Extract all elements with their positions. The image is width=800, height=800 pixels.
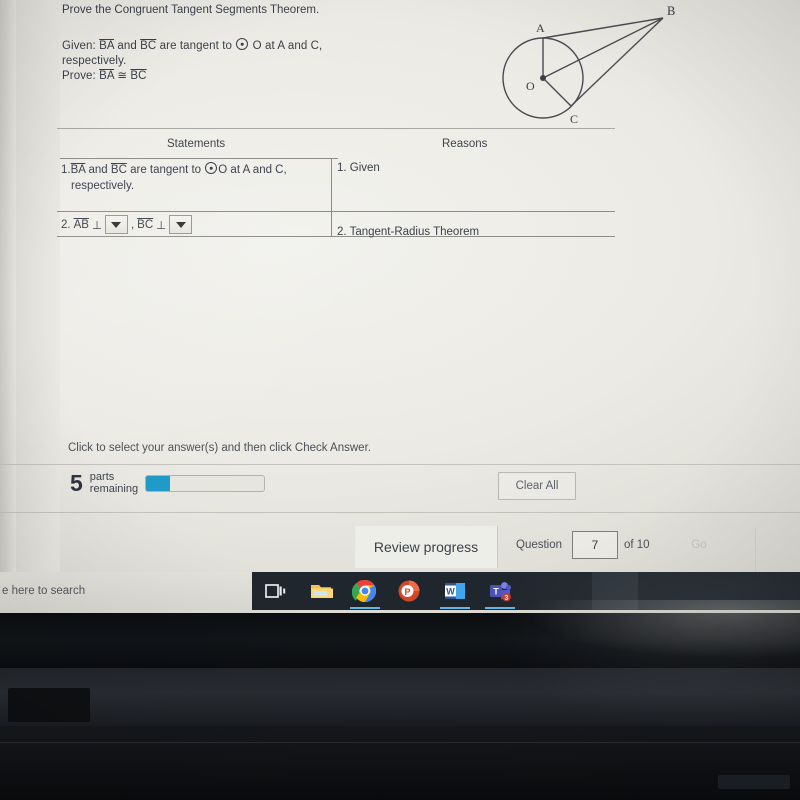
page-title: Prove the Congruent Tangent Segments The… xyxy=(62,4,320,16)
svg-text:T: T xyxy=(493,587,499,597)
proof-table: Statements Reasons 1.BA and BC are tange… xyxy=(57,138,615,238)
center-point-o xyxy=(540,75,546,81)
word-active-indicator xyxy=(440,607,470,609)
given-label: Given: xyxy=(62,40,96,52)
prove-segment-bc: BC xyxy=(130,70,147,82)
given-respectively: respectively. xyxy=(62,55,127,67)
laptop-deck xyxy=(0,726,800,800)
content-divider xyxy=(57,128,615,129)
geometry-diagram: A B C O xyxy=(430,0,690,133)
left-edge-strip xyxy=(0,0,16,572)
table-rule-mid xyxy=(57,211,615,212)
table-header-row: Statements Reasons xyxy=(57,138,615,158)
table-column-divider-2 xyxy=(331,212,332,236)
answer-dropdown-1[interactable] xyxy=(104,215,128,234)
given-and: and xyxy=(117,40,137,52)
given-segment-bc: BC xyxy=(140,40,157,52)
clear-all-button[interactable]: Clear All xyxy=(498,472,576,500)
search-placeholder-text: e here to search xyxy=(2,585,86,597)
prove-label: Prove: xyxy=(62,70,96,82)
row1-reason: 1. Given xyxy=(337,162,380,174)
circle-dot-icon xyxy=(236,38,249,50)
svg-text:W: W xyxy=(446,587,455,597)
laptop-screen-photo: Prove the Congruent Tangent Segments The… xyxy=(0,0,800,800)
row1-tail: are tangent to xyxy=(130,164,202,176)
review-progress-button[interactable]: Review progress xyxy=(355,526,498,568)
row2-segment-ab: AB xyxy=(73,218,89,231)
chevron-down-icon xyxy=(175,221,186,228)
row1-and: and xyxy=(88,164,108,176)
given-segment-ba: BA xyxy=(99,40,115,52)
column-header-statements: Statements xyxy=(167,138,226,150)
table-rule-top xyxy=(60,158,338,159)
table-rule-bottom xyxy=(57,236,615,237)
row2-perp-2: ⊥ xyxy=(156,219,167,232)
powerpoint-icon[interactable]: P xyxy=(396,578,422,604)
given-circle-name: O at A and C, xyxy=(252,40,323,52)
question-total-label: of 10 xyxy=(624,539,650,551)
circle-dot-icon xyxy=(205,162,218,174)
instruction-text: Click to select your answer(s) and then … xyxy=(68,442,371,454)
given-tail: are tangent to xyxy=(159,40,233,52)
teams-badge-count: 3 xyxy=(505,595,509,602)
prove-statement: Prove: BA ≅ BC xyxy=(62,69,392,84)
chrome-active-indicator xyxy=(350,607,380,609)
question-label: Question xyxy=(516,539,563,551)
segment-ob xyxy=(542,17,664,79)
row1-segment-ba: BA xyxy=(70,164,86,176)
task-view-icon[interactable] xyxy=(262,578,288,604)
taskbar-search-box[interactable]: e here to search xyxy=(0,572,252,610)
deck-latch xyxy=(8,688,90,722)
footer-right-edge xyxy=(755,528,756,572)
row2-reason: 2. Tangent-Radius Theorem xyxy=(337,226,480,238)
row1-segment-bc: BC xyxy=(110,164,127,176)
congruent-symbol: ≅ xyxy=(117,70,128,82)
diagram-label-b: B xyxy=(667,4,675,18)
radius-oc xyxy=(542,77,572,107)
parts-remaining-group: 5 parts remaining xyxy=(70,470,266,496)
row1-circle-name: O at A and C, xyxy=(218,164,287,176)
row2-perp-1: ⊥ xyxy=(91,219,102,232)
table-row: 2. AB ⊥ , BC ⊥ xyxy=(61,215,193,234)
given-statement: Given: BA and BC are tangent to O at A a… xyxy=(62,38,392,54)
teams-icon[interactable]: T 3 xyxy=(487,578,513,604)
bezel-glare xyxy=(520,600,800,660)
question-navigation-bar: Review progress Question 7 of 10 Go xyxy=(0,520,800,572)
chevron-down-icon xyxy=(111,221,122,228)
row2-segment-bc: BC xyxy=(137,218,154,231)
svg-text:P: P xyxy=(404,587,410,597)
instruction-divider xyxy=(0,464,800,465)
footer-divider xyxy=(0,512,800,513)
diagram-label-a: A xyxy=(536,21,545,35)
parts-remaining-count: 5 xyxy=(70,470,83,496)
prove-segment-ba: BA xyxy=(99,70,115,82)
laptop-hinge xyxy=(0,668,800,730)
diagram-label-o: O xyxy=(526,79,535,93)
row2-comma: , xyxy=(130,218,135,231)
parts-remaining-label: parts remaining xyxy=(89,471,139,495)
chrome-icon[interactable] xyxy=(351,578,378,604)
diagram-label-c: C xyxy=(570,112,578,126)
row1-second-line: respectively. xyxy=(71,180,135,192)
go-button[interactable]: Go xyxy=(676,534,722,556)
teams-active-indicator xyxy=(485,607,515,609)
left-margin-strip xyxy=(16,0,60,572)
row2-number: 2. xyxy=(61,218,71,231)
given-prove-block: Given: BA and BC are tangent to O at A a… xyxy=(62,38,392,84)
word-icon[interactable]: W xyxy=(442,578,468,604)
progress-bar xyxy=(145,474,266,492)
deck-seam xyxy=(0,742,800,743)
question-number-input[interactable]: 7 xyxy=(572,531,618,559)
row1-number: 1. xyxy=(61,164,71,176)
screen-area: Prove the Congruent Tangent Segments The… xyxy=(0,0,800,615)
column-header-reasons: Reasons xyxy=(442,138,488,150)
file-explorer-icon[interactable] xyxy=(308,578,334,604)
answer-dropdown-2[interactable] xyxy=(169,215,193,234)
deck-port xyxy=(718,775,790,789)
table-row: 1.BA and BC are tangent to O at A and C,… xyxy=(61,162,335,194)
progress-bar-fill xyxy=(146,475,170,491)
